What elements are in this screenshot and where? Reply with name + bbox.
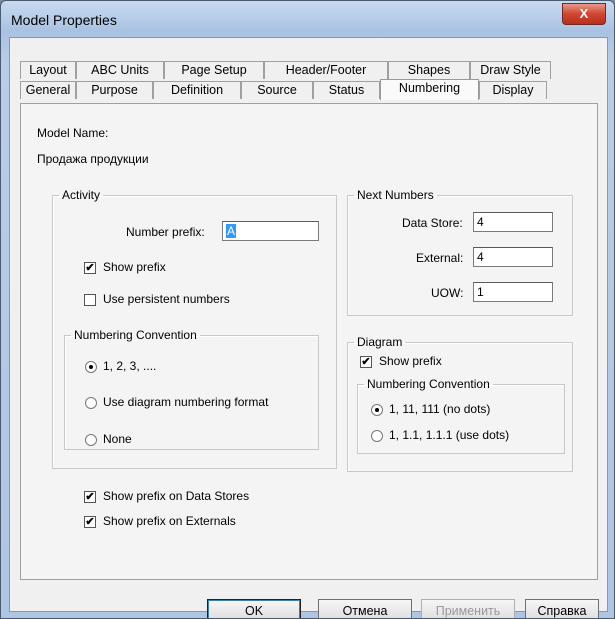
cancel-button[interactable]: Отмена <box>318 599 412 618</box>
tab-status[interactable]: Status <box>313 81 380 99</box>
tab-row-front: General Purpose Definition Source Status… <box>20 79 547 100</box>
help-button[interactable]: Справка <box>525 599 599 618</box>
tab-layout[interactable]: Layout <box>20 61 76 79</box>
tab-abc-units[interactable]: ABC Units <box>76 61 164 79</box>
show-prefix-externals-checkbox[interactable]: ✔ <box>84 516 96 528</box>
dialog-client-area: Layout ABC Units Page Setup Header/Foote… <box>9 37 608 618</box>
tab-header-footer[interactable]: Header/Footer <box>264 61 388 79</box>
tab-row-back: Layout ABC Units Page Setup Header/Foote… <box>20 61 551 80</box>
diagram-show-prefix-checkbox[interactable]: ✔ <box>360 356 372 368</box>
number-prefix-input[interactable]: A <box>222 221 319 241</box>
tab-purpose[interactable]: Purpose <box>76 81 153 99</box>
activity-show-prefix-label: Show prefix <box>103 260 166 274</box>
data-store-label: Data Store: <box>402 216 463 230</box>
external-label: External: <box>416 251 464 265</box>
activity-legend: Activity <box>62 188 101 202</box>
show-prefix-data-stores-checkbox[interactable]: ✔ <box>84 491 96 503</box>
uow-label: UOW: <box>431 286 464 300</box>
activity-convention-label-none: None <box>103 432 132 446</box>
ok-button[interactable]: OK <box>207 599 301 618</box>
activity-convention-radio-diagram-format[interactable] <box>85 397 97 409</box>
tab-source[interactable]: Source <box>241 81 313 99</box>
model-name-value: Продажа продукции <box>37 152 149 166</box>
diagram-show-prefix-label: Show prefix <box>379 354 442 368</box>
tab-shapes[interactable]: Shapes <box>388 61 470 79</box>
diagram-convention-radio-no-dots[interactable] <box>371 404 383 416</box>
apply-button[interactable]: Применить <box>421 599 515 618</box>
tab-page-setup[interactable]: Page Setup <box>164 61 264 79</box>
tab-numbering[interactable]: Numbering <box>380 79 479 100</box>
activity-convention-label-diagram-format: Use diagram numbering format <box>103 395 269 409</box>
data-store-input[interactable]: 4 <box>473 212 553 232</box>
number-prefix-value: A <box>226 224 237 238</box>
use-persistent-numbers-checkbox[interactable] <box>84 294 96 306</box>
next-numbers-legend: Next Numbers <box>357 188 434 202</box>
window-title: Model Properties <box>11 12 117 28</box>
diagram-convention-label-no-dots: 1, 11, 111 (no dots) <box>389 402 491 416</box>
activity-convention-label-123: 1, 2, 3, .... <box>103 359 157 373</box>
show-prefix-data-stores-label: Show prefix on Data Stores <box>103 489 250 503</box>
external-input[interactable]: 4 <box>473 247 553 267</box>
use-persistent-numbers-label: Use persistent numbers <box>103 292 230 306</box>
tab-draw-style[interactable]: Draw Style <box>470 61 551 79</box>
tab-display[interactable]: Display <box>479 81 547 99</box>
number-prefix-label: Number prefix: <box>126 225 205 239</box>
diagram-legend: Diagram <box>357 335 403 349</box>
model-properties-window: Model Properties X Layout ABC Units Page… <box>0 0 615 619</box>
model-name-label: Model Name: <box>37 126 109 140</box>
uow-input[interactable]: 1 <box>473 282 553 302</box>
show-prefix-externals-label: Show prefix on Externals <box>103 514 236 528</box>
close-button[interactable]: X <box>562 3 606 25</box>
diagram-convention-label-use-dots: 1, 1.1, 1.1.1 (use dots) <box>389 428 510 442</box>
activity-show-prefix-checkbox[interactable]: ✔ <box>84 262 96 274</box>
activity-convention-radio-none[interactable] <box>85 434 97 446</box>
activity-numbering-convention-legend: Numbering Convention <box>74 328 197 342</box>
tab-definition[interactable]: Definition <box>153 81 241 99</box>
diagram-convention-radio-use-dots[interactable] <box>371 430 383 442</box>
tab-general[interactable]: General <box>20 81 76 99</box>
activity-convention-radio-123[interactable] <box>85 361 97 373</box>
diagram-numbering-convention-legend: Numbering Convention <box>367 377 490 391</box>
numbering-tab-panel: Model Name: Продажа продукции Activity N… <box>20 103 598 580</box>
title-bar[interactable]: Model Properties X <box>1 1 614 37</box>
